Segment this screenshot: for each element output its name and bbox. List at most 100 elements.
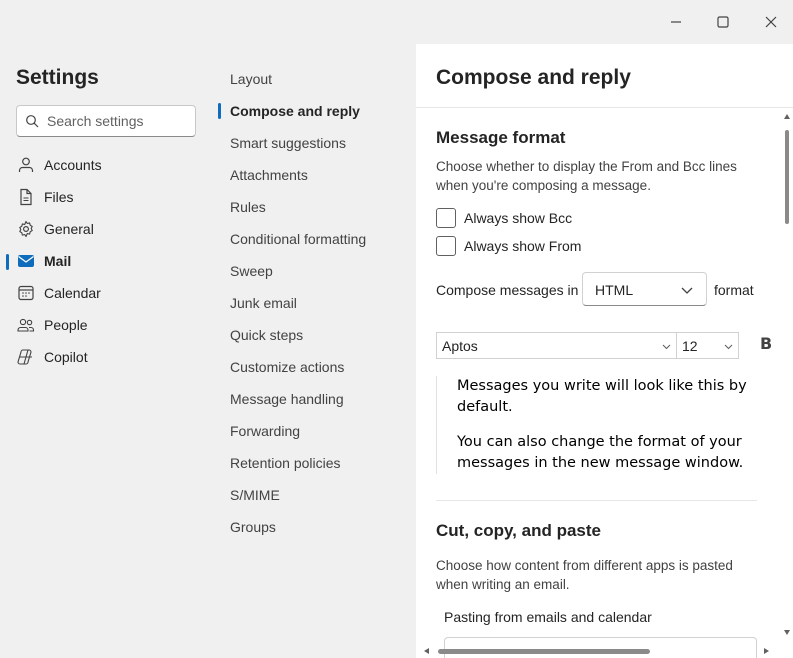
mail-nav-label: Forwarding [230, 423, 301, 439]
title-bar [0, 0, 793, 44]
mail-nav-label: Attachments [230, 167, 308, 183]
selection-indicator [6, 254, 9, 270]
mail-nav-label: Message handling [230, 391, 344, 407]
compose-format-row: Compose messages in HTML format [436, 272, 766, 306]
mail-nav-attachments[interactable]: Attachments [214, 161, 416, 189]
sidebar-item-label: People [44, 317, 88, 333]
chevron-down-icon [724, 344, 733, 350]
close-icon [765, 16, 777, 28]
checkbox-box[interactable] [436, 208, 456, 228]
sidebar-item-calendar[interactable]: Calendar [0, 278, 214, 308]
mail-nav-rules[interactable]: Rules [214, 193, 416, 221]
chevron-down-icon [662, 344, 671, 350]
person-icon [18, 157, 34, 172]
cut-copy-paste-heading: Cut, copy, and paste [436, 521, 601, 540]
compose-prefix-label: Compose messages in [436, 282, 579, 298]
sidebar-item-mail[interactable]: Mail [0, 246, 214, 276]
mail-nav-label: S/MIME [230, 487, 280, 503]
selection-indicator [218, 103, 221, 119]
cut-copy-paste-description: Choose how content from different apps i… [436, 558, 733, 592]
mail-nav-label: Groups [230, 519, 276, 535]
people-icon [17, 318, 35, 332]
mail-nav-label: Customize actions [230, 359, 345, 375]
mail-nav-compose-and-reply[interactable]: Compose and reply [214, 97, 416, 125]
maximize-button[interactable] [708, 8, 738, 36]
scroll-thumb[interactable] [785, 130, 789, 224]
vertical-scrollbar[interactable] [781, 108, 793, 640]
minimize-button[interactable] [661, 8, 691, 36]
compose-suffix-label: format [714, 282, 754, 298]
mail-nav-message-handling[interactable]: Message handling [214, 385, 416, 413]
sidebar-item-label: Accounts [44, 157, 102, 173]
mail-nav-conditional-formatting[interactable]: Conditional formatting [214, 225, 416, 253]
mail-nav-label: Quick steps [230, 327, 304, 343]
gear-icon [19, 220, 33, 238]
message-format-description: Choose whether to display the From and B… [436, 159, 737, 193]
checkbox-label: Always show Bcc [464, 210, 573, 226]
settings-title: Settings [16, 66, 99, 89]
sidebar-item-label: General [44, 221, 94, 237]
horizontal-scrollbar[interactable] [416, 644, 781, 658]
sidebar-item-label: Copilot [44, 349, 88, 365]
mail-nav-label: Retention policies [230, 455, 341, 471]
close-button[interactable] [756, 8, 786, 36]
mail-settings-nav: Layout Compose and reply Smart suggestio… [214, 44, 416, 658]
minimize-icon [671, 21, 681, 23]
calendar-icon [18, 285, 34, 301]
mail-nav-label: Rules [230, 199, 266, 215]
divider [436, 500, 757, 501]
font-family-value: Aptos [442, 338, 478, 354]
mail-nav-label: Junk email [230, 295, 297, 311]
search-input[interactable] [47, 113, 187, 129]
mail-nav-layout[interactable]: Layout [214, 65, 416, 93]
scroll-down-icon[interactable] [784, 630, 790, 635]
mail-nav-quick-steps[interactable]: Quick steps [214, 321, 416, 349]
scroll-left-icon[interactable] [424, 648, 429, 654]
sidebar-item-copilot[interactable]: Copilot [0, 342, 214, 372]
mail-nav-label: Conditional formatting [230, 231, 367, 247]
scroll-right-icon[interactable] [764, 648, 769, 654]
mail-nav-groups[interactable]: Groups [214, 513, 416, 541]
file-icon [20, 188, 32, 206]
sidebar-item-files[interactable]: Files [0, 182, 214, 212]
font-size-value: 12 [682, 338, 698, 354]
message-format-heading: Message format [436, 128, 566, 147]
mail-nav-label: Smart suggestions [230, 135, 346, 151]
compose-format-dropdown[interactable]: HTML [582, 272, 707, 306]
mail-nav-customize-actions[interactable]: Customize actions [214, 353, 416, 381]
checkbox-box[interactable] [436, 236, 456, 256]
mail-nav-smime[interactable]: S/MIME [214, 481, 416, 509]
scroll-up-icon[interactable] [784, 114, 790, 119]
mail-nav-label: Sweep [230, 263, 273, 279]
preview-text-1: Messages you write will look like this b… [457, 378, 747, 415]
format-preview: Messages you write will look like this b… [436, 376, 757, 474]
checkbox-label: Always show From [464, 238, 582, 254]
always-show-bcc-checkbox[interactable]: Always show Bcc [436, 207, 572, 229]
page-title: Compose and reply [436, 66, 631, 89]
sidebar-item-accounts[interactable]: Accounts [0, 150, 214, 180]
font-family-dropdown[interactable]: Aptos [436, 332, 676, 359]
settings-sidebar: Settings Accounts Files General Mail Cal… [0, 44, 214, 658]
search-box[interactable] [16, 105, 196, 137]
sidebar-item-people[interactable]: People [0, 310, 214, 340]
sidebar-item-label: Mail [44, 253, 72, 269]
scroll-thumb[interactable] [438, 649, 650, 654]
sidebar-item-label: Files [44, 189, 74, 205]
preview-text-2: You can also change the format of your m… [457, 434, 744, 471]
mail-nav-smart-suggestions[interactable]: Smart suggestions [214, 129, 416, 157]
sidebar-item-general[interactable]: General [0, 214, 214, 244]
font-size-dropdown[interactable]: 12 [676, 332, 739, 359]
mail-nav-sweep[interactable]: Sweep [214, 257, 416, 285]
mail-nav-label: Compose and reply [230, 103, 360, 119]
settings-content: Compose and reply Message format Choose … [416, 44, 793, 658]
bold-button[interactable]: B [760, 334, 776, 356]
font-toolbar: Aptos 12 B [436, 332, 776, 359]
mail-nav-retention-policies[interactable]: Retention policies [214, 449, 416, 477]
mail-nav-junk-email[interactable]: Junk email [214, 289, 416, 317]
always-show-from-checkbox[interactable]: Always show From [436, 235, 581, 257]
mail-nav-forwarding[interactable]: Forwarding [214, 417, 416, 445]
search-icon [26, 115, 39, 128]
mail-icon [18, 255, 34, 267]
maximize-icon [717, 16, 729, 28]
sidebar-item-label: Calendar [44, 285, 101, 301]
